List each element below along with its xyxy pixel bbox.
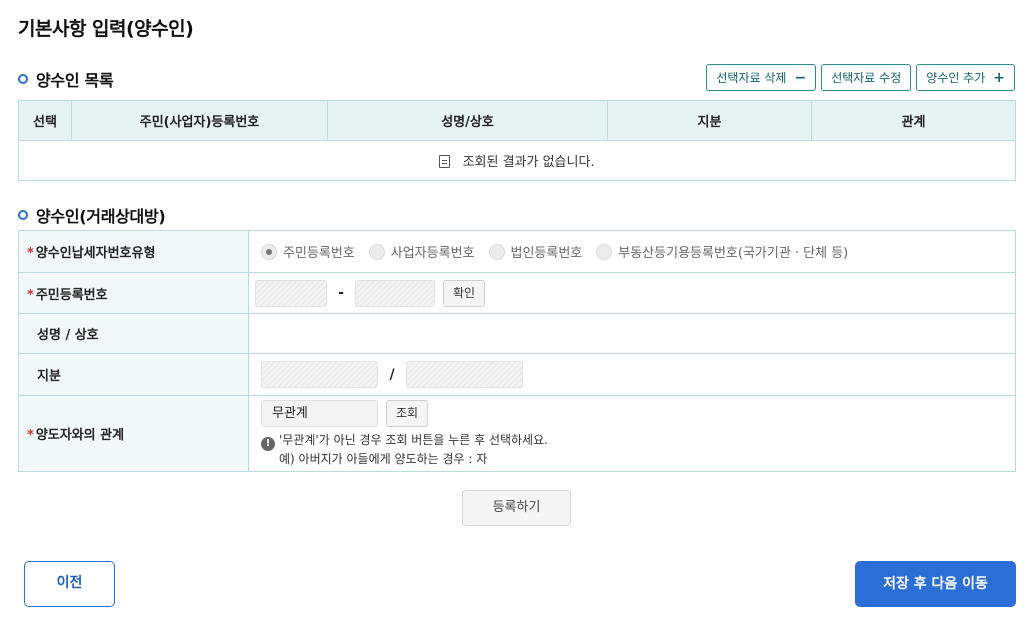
column-header-select: 선택 <box>18 100 72 141</box>
delete-selected-label: 선택자료 삭제 <box>716 71 787 85</box>
name-value-cell <box>248 313 1016 354</box>
transferee-form: * 양수인납세자번호유형 주민등록번호 사업자등록번호 법인등록번호 부동산등기용… <box>18 230 1016 472</box>
form-row-share: 지분 / <box>18 353 1016 396</box>
column-header-share: 지분 <box>607 100 812 141</box>
share-label: 지분 <box>37 369 61 384</box>
required-mark: * <box>27 287 34 303</box>
id-type-radio-group: 주민등록번호 사업자등록번호 법인등록번호 부동산등기용등록번호(국가기관 · … <box>261 242 1015 261</box>
radio-circle-icon <box>368 243 385 260</box>
table-header-row: 선택 주민(사업자)등록번호 성명/상호 지분 관계 <box>18 100 1016 141</box>
name-label-cell: 성명 / 상호 <box>18 313 249 354</box>
add-transferee-button[interactable]: 양수인 추가 + <box>916 64 1015 91</box>
share-separator: / <box>389 366 395 383</box>
transferee-list-table: 선택 주민(사업자)등록번호 성명/상호 지분 관계 조회된 결과가 없습니다. <box>18 100 1016 181</box>
previous-button[interactable]: 이전 <box>24 561 115 607</box>
confirm-button[interactable]: 확인 <box>443 279 486 307</box>
share-label-cell: 지분 <box>18 353 249 396</box>
document-icon <box>439 155 451 168</box>
radio-label: 주민등록번호 <box>283 246 355 261</box>
radio-label: 사업자등록번호 <box>390 246 475 261</box>
required-mark: * <box>27 428 34 443</box>
relation-value-cell: 무관계 조회 ! '무관계'가 아닌 경우 조회 버튼을 누른 후 선택하세요. 예… <box>248 395 1016 472</box>
relation-notice: ! '무관계'가 아닌 경우 조회 버튼을 누른 후 선택하세요. 예) 아버지가… <box>261 432 1015 468</box>
empty-row: 조회된 결과가 없습니다. <box>18 140 1016 181</box>
relation-label-cell: * 양도자와의 관계 <box>18 395 249 472</box>
resident-number-back-input[interactable] <box>355 279 435 307</box>
list-section-title: 양수인 목록 <box>36 71 114 90</box>
page-title: 기본사항 입력(양수인) <box>18 18 194 40</box>
share-numerator-input[interactable] <box>261 361 378 388</box>
form-row-id-type: * 양수인납세자번호유형 주민등록번호 사업자등록번호 법인등록번호 부동산등기용… <box>18 230 1016 273</box>
notice-line-2: 예) 아버지가 아들에게 양도하는 경우 : 자 <box>279 451 488 466</box>
relation-label: 양도자와의 관계 <box>35 428 125 443</box>
form-row-name: 성명 / 상호 <box>18 313 1016 354</box>
resident-number-label-cell: * 주민등록번호 <box>18 272 249 314</box>
radio-label: 부동산등기용등록번호(국가기관 · 단체 등) <box>618 246 849 261</box>
resident-number-front-input[interactable] <box>255 279 327 307</box>
bullet-icon <box>18 74 28 84</box>
radio-circle-icon <box>488 243 505 260</box>
save-and-next-button[interactable]: 저장 후 다음 이동 <box>855 561 1016 607</box>
id-type-value-cell: 주민등록번호 사업자등록번호 법인등록번호 부동산등기용등록번호(국가기관 · … <box>248 230 1016 273</box>
bullet-icon <box>18 210 28 220</box>
radio-business-number[interactable]: 사업자등록번호 <box>368 242 475 261</box>
share-value-cell: / <box>248 353 1016 396</box>
add-transferee-label: 양수인 추가 <box>926 71 986 85</box>
edit-selected-button[interactable]: 선택자료 수정 <box>821 64 912 91</box>
radio-registry-number[interactable]: 부동산등기용등록번호(국가기관 · 단체 등) <box>596 242 848 261</box>
resident-number-value-cell: - 확인 <box>248 272 1016 314</box>
radio-circle-icon <box>596 243 613 260</box>
column-header-name: 성명/상호 <box>327 100 608 141</box>
list-section-header: 양수인 목록 <box>18 67 114 91</box>
id-type-label-cell: * 양수인납세자번호유형 <box>18 230 249 273</box>
list-actions: 선택자료 삭제 − 선택자료 수정 양수인 추가 + <box>706 64 1015 91</box>
radio-corporate-number[interactable]: 법인등록번호 <box>488 242 583 261</box>
radio-circle-icon <box>261 243 277 260</box>
share-denominator-input[interactable] <box>406 361 523 388</box>
column-header-id-number: 주민(사업자)등록번호 <box>71 100 328 141</box>
plus-icon: + <box>993 69 1005 86</box>
resident-number-separator: - <box>338 285 344 301</box>
column-header-relation: 관계 <box>811 100 1016 141</box>
delete-selected-button[interactable]: 선택자료 삭제 − <box>706 64 817 91</box>
id-type-label: 양수인납세자번호유형 <box>35 246 156 261</box>
edit-selected-label: 선택자료 수정 <box>831 71 902 85</box>
info-icon: ! <box>261 436 275 451</box>
radio-label: 법인등록번호 <box>510 246 583 261</box>
radio-resident-number[interactable]: 주민등록번호 <box>261 242 355 261</box>
form-row-resident-number: * 주민등록번호 - 확인 <box>18 272 1016 314</box>
register-button[interactable]: 등록하기 <box>462 490 571 526</box>
form-section-title: 양수인(거래상대방) <box>36 207 166 226</box>
form-section-header: 양수인(거래상대방) <box>18 203 166 227</box>
empty-message-cell: 조회된 결과가 없습니다. <box>18 140 1016 181</box>
resident-number-label: 주민등록번호 <box>35 287 108 303</box>
form-row-relation: * 양도자와의 관계 무관계 조회 ! '무관계'가 아닌 경우 조회 버튼을 누른 … <box>18 395 1016 472</box>
lookup-button[interactable]: 조회 <box>386 399 429 427</box>
notice-line-1: '무관계'가 아닌 경우 조회 버튼을 누른 후 선택하세요. <box>279 432 548 447</box>
empty-message: 조회된 결과가 없습니다. <box>462 155 595 170</box>
relation-input[interactable]: 무관계 <box>261 399 378 427</box>
name-label: 성명 / 상호 <box>37 328 99 343</box>
minus-icon: − <box>794 69 807 86</box>
required-mark: * <box>27 246 34 261</box>
